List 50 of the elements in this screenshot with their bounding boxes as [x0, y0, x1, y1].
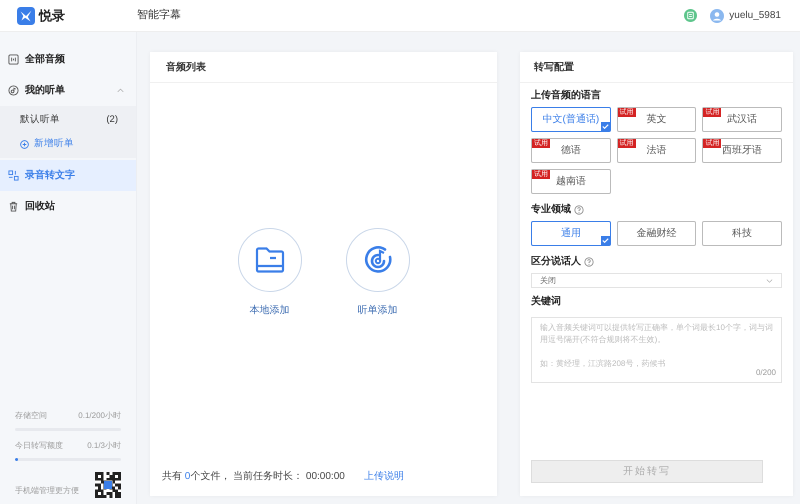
- sidebar-item[interactable]: 我的听单: [0, 75, 136, 106]
- plus-icon: [20, 140, 29, 148]
- convert-icon: [8, 170, 19, 181]
- chevron-icon: [117, 88, 124, 93]
- upload-help-link[interactable]: 上传说明: [364, 468, 404, 484]
- action-label[interactable]: 听单添加: [358, 303, 398, 318]
- option-button[interactable]: 科技: [702, 221, 782, 246]
- chevron-icon: [766, 278, 773, 282]
- document-icon: [684, 9, 698, 22]
- panel-title: 音频列表: [150, 52, 497, 83]
- nav-link[interactable]: 智能字幕: [137, 7, 181, 24]
- placeholder-text: 如：黄经理，江滨路208号，药候书: [540, 358, 666, 370]
- sidebar-subitem[interactable]: 默认听单 (2): [0, 108, 136, 132]
- logo-text: 悦录: [39, 6, 65, 25]
- quota-value: 0.1/3小时: [87, 440, 121, 452]
- logo-icon: [17, 6, 35, 24]
- add-list-button[interactable]: 新增听单: [0, 132, 136, 156]
- section-label: 专业领域: [531, 202, 571, 217]
- section-label: 区分说话人: [531, 254, 581, 269]
- check-icon: [600, 236, 610, 245]
- option-button[interactable]: 中文(普通话): [531, 107, 611, 132]
- sidebar-item[interactable]: 回收站: [0, 191, 136, 222]
- char-counter: 0/200: [756, 367, 776, 379]
- help-icon: [584, 256, 594, 266]
- disc-icon: [8, 85, 19, 96]
- file-summary: 共有 0个文件， 当前任务时长： 00:00:00: [162, 470, 345, 484]
- option-button[interactable]: 通用: [531, 221, 611, 246]
- username[interactable]: yuelu_5981: [729, 8, 781, 23]
- audio-icon: [8, 54, 19, 65]
- quota-label: 存储空间: [15, 410, 47, 422]
- placeholder-text: 输入音频关键词可以提供转写正确率，单个词最长10个字，词与词用逗号隔开(不符合规则将不生效)。: [540, 322, 773, 346]
- music-disc-icon: [362, 245, 392, 275]
- sidebar-item[interactable]: 全部音频: [0, 44, 136, 75]
- option-button[interactable]: 金融财经: [616, 221, 696, 246]
- avatar-icon: [710, 8, 724, 22]
- qr-code-icon: [95, 472, 121, 498]
- mobile-hint: 手机端管理更方便: [15, 485, 79, 497]
- trash-icon: [8, 201, 19, 212]
- section-label: 关键词: [531, 294, 561, 309]
- folder-icon: [254, 247, 284, 273]
- speaker-dropdown[interactable]: 关闭: [531, 273, 782, 288]
- quota-value: 0.1/200小时: [78, 410, 121, 422]
- action-label[interactable]: 本地添加: [250, 303, 290, 318]
- help-icon: [574, 204, 584, 214]
- panel-title: 转写配置: [520, 52, 793, 83]
- quota-label: 今日转写额度: [15, 440, 63, 452]
- local-add-button[interactable]: [238, 228, 302, 292]
- section-label: 上传音频的语言: [531, 88, 601, 103]
- list-add-button[interactable]: [346, 228, 410, 292]
- check-icon: [600, 122, 610, 131]
